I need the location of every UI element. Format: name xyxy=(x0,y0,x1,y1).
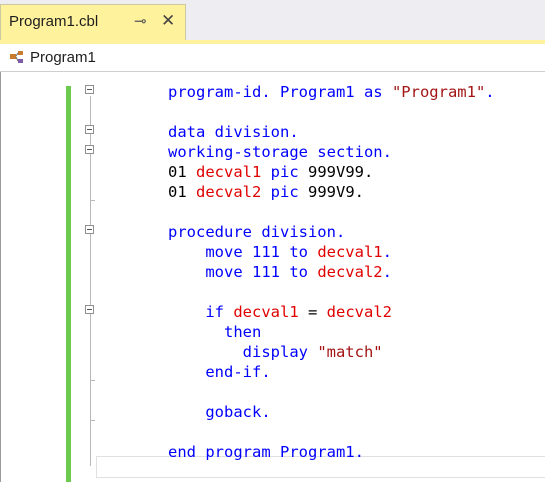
code-token: goback. xyxy=(205,403,271,421)
code-token: as xyxy=(354,83,392,101)
code-token: if xyxy=(205,303,234,321)
change-tracking-bar xyxy=(66,86,71,482)
code-line[interactable]: move 111 to decval1. xyxy=(168,242,392,262)
collapse-toggle-icon[interactable] xyxy=(85,225,94,234)
code-line[interactable]: procedure division. xyxy=(168,222,345,242)
collapse-toggle-icon[interactable] xyxy=(85,85,94,94)
tab-title: Program1.cbl xyxy=(9,13,99,30)
outline-end-tick xyxy=(90,200,95,201)
collapse-toggle-icon[interactable] xyxy=(85,305,94,314)
code-token: working-storage section. xyxy=(168,143,392,161)
class-icon xyxy=(10,51,23,63)
collapse-toggle-icon[interactable] xyxy=(85,145,94,154)
code-line[interactable]: display "match" xyxy=(168,342,383,362)
code-line[interactable]: move 111 to decval2. xyxy=(168,262,392,282)
code-token: 999V9. xyxy=(308,183,364,201)
code-token: procedure division. xyxy=(168,223,346,241)
code-token: Program1 xyxy=(279,83,355,101)
code-token: . xyxy=(382,243,392,261)
navigation-bar[interactable]: Program1 xyxy=(0,44,545,72)
outline-end-tick xyxy=(90,380,95,381)
code-line[interactable]: if decval1 = decval2 xyxy=(168,302,392,322)
code-token: program-id. xyxy=(168,83,280,101)
code-token: move 111 to xyxy=(205,263,318,281)
code-token: end program xyxy=(168,443,280,461)
code-token: pic xyxy=(261,163,308,181)
code-token: display xyxy=(242,343,318,361)
code-line[interactable]: working-storage section. xyxy=(168,142,392,162)
code-token: . xyxy=(485,83,495,101)
code-token: decval1 xyxy=(317,243,383,261)
code-token: end-if. xyxy=(205,363,271,381)
code-token: move 111 to xyxy=(205,243,318,261)
code-token: data division. xyxy=(168,123,299,141)
code-token: 01 xyxy=(168,163,196,181)
code-line[interactable]: end-if. xyxy=(168,362,271,382)
code-line[interactable]: 01 decval1 pic 999V99. xyxy=(168,162,373,182)
code-token: decval2 xyxy=(196,183,262,201)
close-icon[interactable]: ✕ xyxy=(161,11,175,31)
code-token: then xyxy=(224,323,262,341)
tab-program1-cbl[interactable]: Program1.cbl ⊸ ✕ xyxy=(0,4,186,40)
code-token: 999V99. xyxy=(308,163,374,181)
collapse-toggle-icon[interactable] xyxy=(85,125,94,134)
code-line[interactable]: end program Program1. xyxy=(168,442,364,462)
code-token: decval2 xyxy=(317,263,383,281)
code-line[interactable]: then xyxy=(168,322,261,342)
code-token: decval1 xyxy=(233,303,299,321)
editor-left-border xyxy=(0,72,1,482)
code-token: 01 xyxy=(168,183,196,201)
outline-end-tick xyxy=(90,420,95,421)
document-tab-strip: Program1.cbl ⊸ ✕ xyxy=(0,0,545,40)
code-token: "Program1" xyxy=(391,83,486,101)
code-line[interactable]: program-id. Program1 as "Program1". xyxy=(168,82,495,102)
code-token: "match" xyxy=(317,343,383,361)
code-line[interactable]: goback. xyxy=(168,402,271,422)
code-token: decval1 xyxy=(196,163,262,181)
nav-member-label: Program1 xyxy=(30,49,96,66)
code-token: decval2 xyxy=(326,303,392,321)
code-line[interactable]: 01 decval2 pic 999V9. xyxy=(168,182,364,202)
code-token: = xyxy=(298,303,327,321)
code-line[interactable]: data division. xyxy=(168,122,299,142)
code-editor[interactable]: program-id. Program1 as "Program1". data … xyxy=(0,72,545,482)
code-token: . xyxy=(382,263,392,281)
code-token: pic xyxy=(261,183,308,201)
pin-icon[interactable]: ⊸ xyxy=(134,12,147,30)
code-token: . xyxy=(354,443,364,461)
code-token: Program1 xyxy=(279,443,355,461)
